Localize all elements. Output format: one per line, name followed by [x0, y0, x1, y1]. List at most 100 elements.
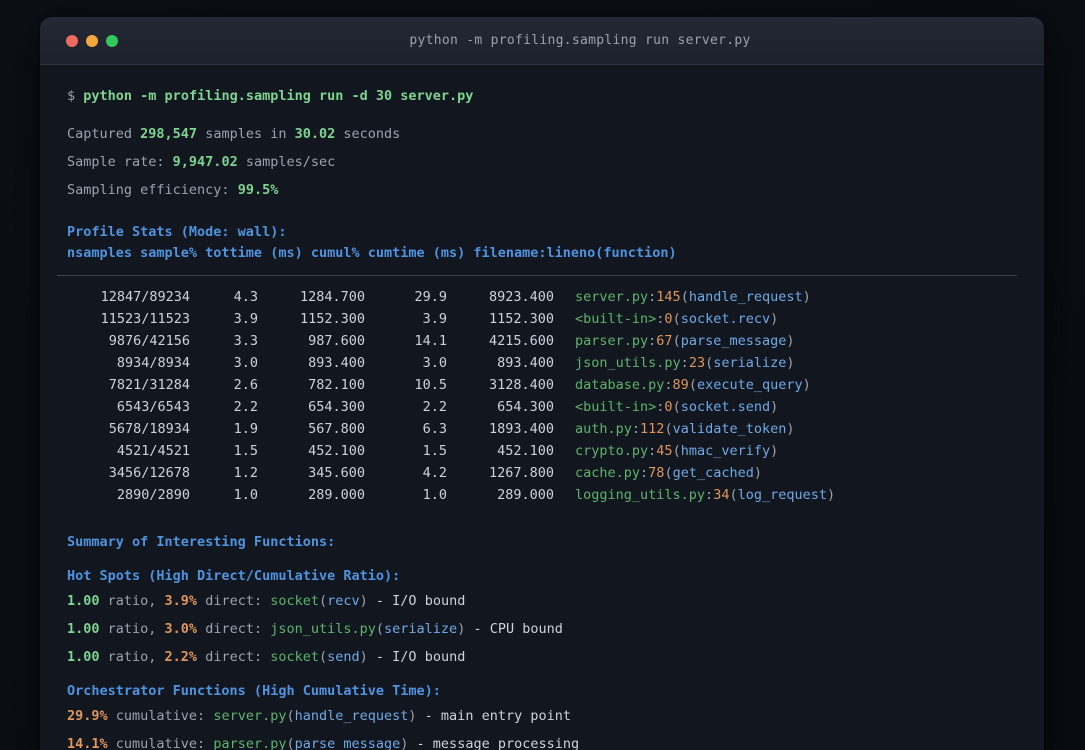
summary-heading: Summary of Interesting Functions: [67, 534, 336, 550]
location-cell: json_utils.py:23(serialize) [575, 355, 795, 371]
cumul-pct-cell: 3.9 [422, 311, 447, 327]
nsamples-cell: 6543/6543 [116, 399, 190, 415]
location-cell: cache.py:78(get_cached) [575, 465, 762, 481]
table-row: 9876/42156 3.3 987.600 14.1 4215.600 parser.p… [67, 330, 1017, 352]
cumul-pct-cell: 1.0 [422, 487, 447, 503]
cumtime-cell: 654.300 [497, 399, 554, 415]
cumul-pct-cell: 6.3 [422, 421, 447, 437]
table-row: 3456/12678 1.2 345.600 4.2 1267.800 cache.py:… [67, 462, 1017, 484]
sample-pct-cell: 3.9 [233, 311, 258, 327]
location-cell: <built-in>:0(socket.recv) [575, 311, 779, 327]
nsamples-cell: 3456/12678 [108, 465, 190, 481]
shell-prompt: $ [67, 88, 76, 104]
location-cell: server.py:145(handle_request) [575, 289, 811, 305]
sample-pct-cell: 1.2 [233, 465, 258, 481]
table-row: 12847/89234 4.3 1284.700 29.9 8923.400 server… [67, 286, 1017, 308]
location-cell: logging_utils.py:34(log_request) [575, 487, 836, 503]
titlebar[interactable]: python -m profiling.sampling run server.… [40, 17, 1044, 65]
profile-table: 12847/89234 4.3 1284.700 29.9 8923.400 server… [67, 286, 1017, 506]
hot-spot-line: 1.00 ratio, 3.0% direct: json_utils.py(s… [67, 621, 563, 637]
cumul-pct-cell: 10.5 [414, 377, 447, 393]
table-row: 4521/4521 1.5 452.100 1.5 452.100 crypto.py:4… [67, 440, 1017, 462]
table-row: 8934/8934 3.0 893.400 3.0 893.400 json_utils.… [67, 352, 1017, 374]
nsamples-cell: 8934/8934 [116, 355, 190, 371]
window-title: python -m profiling.sampling run server.… [409, 33, 751, 48]
tottime-cell: 654.300 [308, 399, 365, 415]
table-row: 6543/6543 2.2 654.300 2.2 654.300 <built-in>:… [67, 396, 1017, 418]
nsamples-cell: 4521/4521 [116, 443, 190, 459]
nsamples-cell: 11523/11523 [100, 311, 190, 327]
orchestrator-line: 14.1% cumulative: parser.py(parse_messag… [67, 736, 580, 750]
location-cell: auth.py:112(validate_token) [575, 421, 795, 437]
hot-spots-heading: Hot Spots (High Direct/Cumulative Ratio)… [67, 568, 401, 584]
cumul-pct-cell: 1.5 [422, 443, 447, 459]
orchestrator-list: 29.9% cumulative: server.py(handle_reque… [67, 706, 1017, 750]
minimize-button[interactable] [86, 34, 98, 47]
cumtime-cell: 3128.400 [488, 377, 554, 393]
nsamples-cell: 7821/31284 [108, 377, 190, 393]
orchestrator-heading: Orchestrator Functions (High Cumulative … [67, 683, 441, 699]
nsamples-cell: 12847/89234 [100, 289, 190, 305]
tottime-cell: 987.600 [308, 333, 365, 349]
sample-pct-cell: 2.2 [233, 399, 258, 415]
cumtime-cell: 1152.300 [488, 311, 554, 327]
traffic-lights [66, 34, 142, 47]
cumtime-cell: 893.400 [497, 355, 554, 371]
cumtime-cell: 8923.400 [488, 289, 554, 305]
terminal-window: python -m profiling.sampling run server.… [40, 17, 1044, 750]
table-row: 5678/18934 1.9 567.800 6.3 1893.400 auth.py:1… [67, 418, 1017, 440]
maximize-button[interactable] [106, 34, 118, 47]
tottime-cell: 452.100 [308, 443, 365, 459]
tottime-cell: 567.800 [308, 421, 365, 437]
sample-pct-cell: 2.6 [233, 377, 258, 393]
cumtime-cell: 289.000 [497, 487, 554, 503]
cumul-pct-cell: 4.2 [422, 465, 447, 481]
sampling-efficiency-line: Sampling efficiency: 99.5% [67, 182, 279, 198]
nsamples-cell: 2890/2890 [116, 487, 190, 503]
hot-spots-list: 1.00 ratio, 3.9% direct: socket(recv) - … [67, 591, 1017, 667]
profile-table-header: nsamples sample% tottime (ms) cumul% cum… [67, 245, 677, 261]
sample-pct-cell: 3.0 [233, 355, 258, 371]
cumtime-cell: 452.100 [497, 443, 554, 459]
tottime-cell: 1152.300 [299, 311, 365, 327]
cumtime-cell: 1267.800 [488, 465, 554, 481]
cumtime-cell: 1893.400 [488, 421, 554, 437]
location-cell: database.py:89(execute_query) [575, 377, 811, 393]
close-button[interactable] [66, 34, 78, 47]
cumul-pct-cell: 29.9 [414, 289, 447, 305]
hot-spot-line: 1.00 ratio, 2.2% direct: socket(send) - … [67, 649, 466, 665]
hot-spot-line: 1.00 ratio, 3.9% direct: socket(recv) - … [67, 593, 466, 609]
tottime-cell: 782.100 [308, 377, 365, 393]
tottime-cell: 345.600 [308, 465, 365, 481]
location-cell: crypto.py:45(hmac_verify) [575, 443, 779, 459]
table-row: 11523/11523 3.9 1152.300 3.9 1152.300 <built-… [67, 308, 1017, 330]
cumul-pct-cell: 14.1 [414, 333, 447, 349]
table-row: 2890/2890 1.0 289.000 1.0 289.000 logging_uti… [67, 484, 1017, 506]
table-divider [57, 275, 1017, 276]
tottime-cell: 289.000 [308, 487, 365, 503]
cumul-pct-cell: 2.2 [422, 399, 447, 415]
command-line: $ python -m profiling.sampling run -d 30… [67, 86, 1017, 106]
orchestrator-line: 29.9% cumulative: server.py(handle_reque… [67, 708, 571, 724]
sample-rate-line: Sample rate: 9,947.02 samples/sec [67, 154, 336, 170]
nsamples-cell: 5678/18934 [108, 421, 190, 437]
sample-pct-cell: 1.0 [233, 487, 258, 503]
sample-pct-cell: 1.5 [233, 443, 258, 459]
tottime-cell: 1284.700 [299, 289, 365, 305]
nsamples-cell: 9876/42156 [108, 333, 190, 349]
capture-stats: Captured 298,547 samples in 30.02 second… [67, 124, 1017, 200]
cumul-pct-cell: 3.0 [422, 355, 447, 371]
sample-pct-cell: 3.3 [233, 333, 258, 349]
sample-pct-cell: 1.9 [233, 421, 258, 437]
desktop: { "window": { "title": "python -m profil… [0, 0, 1085, 750]
tottime-cell: 893.400 [308, 355, 365, 371]
profile-stats-heading: Profile Stats (Mode: wall): [67, 224, 287, 240]
location-cell: <built-in>:0(socket.send) [575, 399, 779, 415]
cumtime-cell: 4215.600 [488, 333, 554, 349]
sample-pct-cell: 4.3 [233, 289, 258, 305]
command-text: python -m profiling.sampling run -d 30 s… [83, 88, 474, 104]
location-cell: parser.py:67(parse_message) [575, 333, 795, 349]
captured-samples-line: Captured 298,547 samples in 30.02 second… [67, 126, 401, 142]
table-row: 7821/31284 2.6 782.100 10.5 3128.400 database… [67, 374, 1017, 396]
terminal-output[interactable]: $ python -m profiling.sampling run -d 30… [40, 65, 1044, 750]
